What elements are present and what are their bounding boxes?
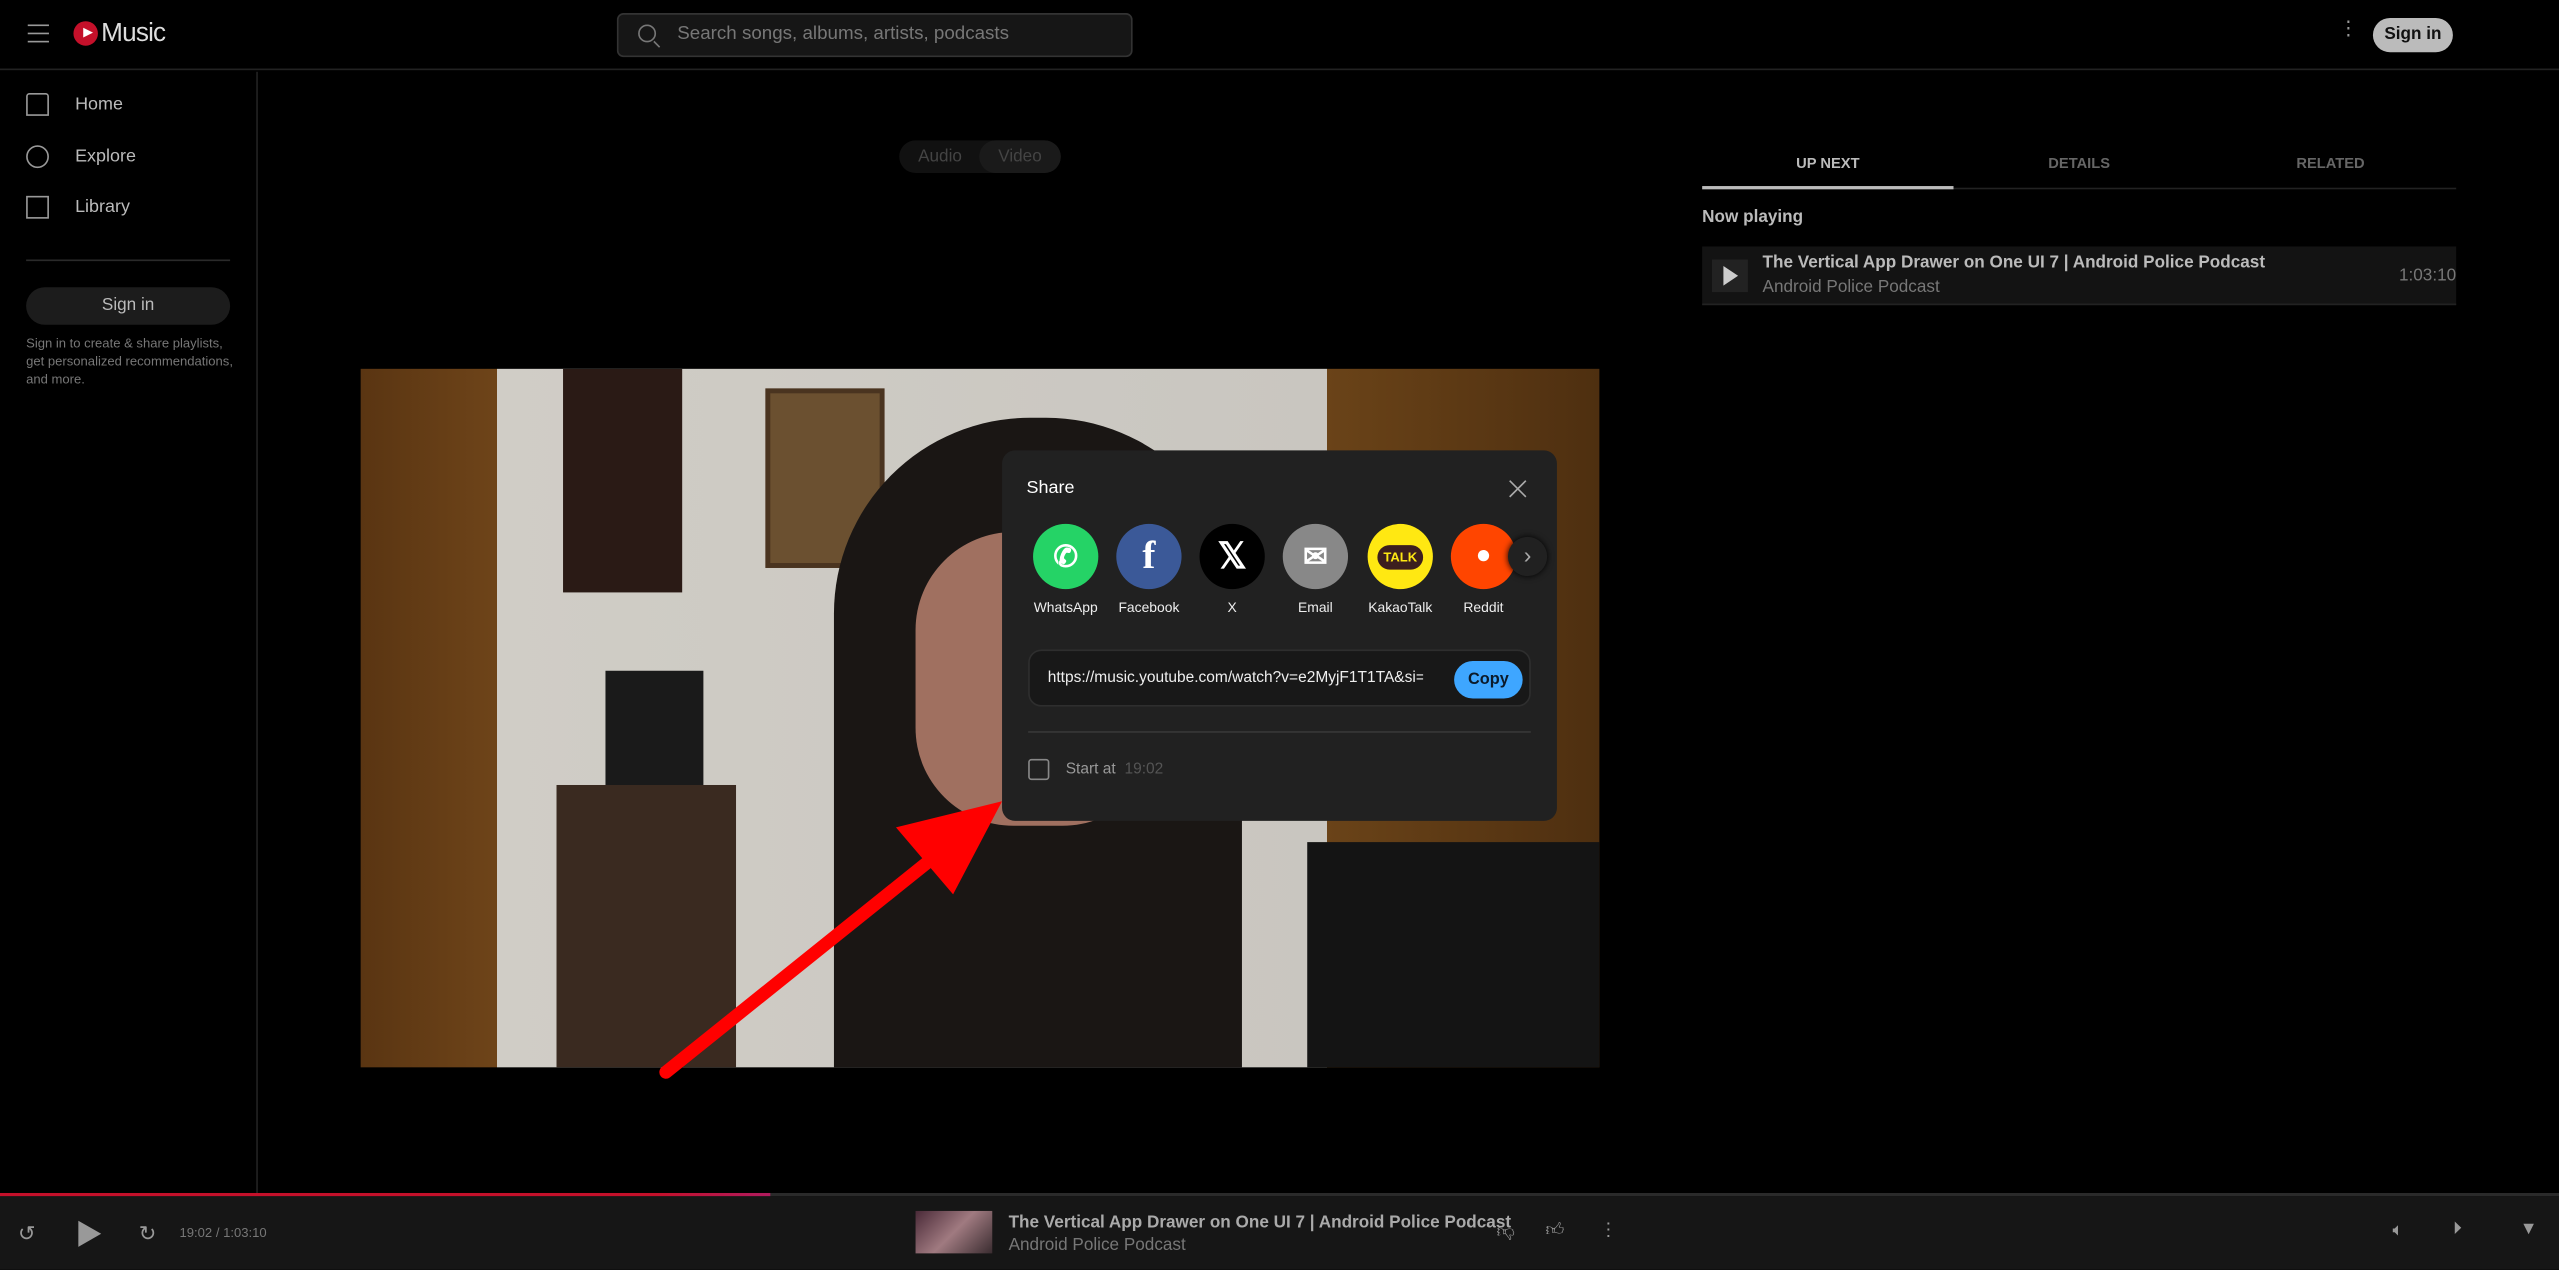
track-thumbnail[interactable] [915, 1210, 993, 1254]
thumbs-up-icon[interactable]: 👍︎ [1546, 1219, 1565, 1241]
arrow-shaft [659, 833, 962, 1079]
more-options-icon[interactable]: ⋮ [1599, 1219, 1617, 1241]
rewind-10-icon[interactable]: ↺ [18, 1221, 36, 1247]
forward-30-icon[interactable]: ↻ [139, 1221, 157, 1247]
player-bar: ↺ ↻ 19:02 / 1:03:10 The Vertical App Dra… [0, 1196, 2559, 1270]
player-track-title[interactable]: The Vertical App Drawer on One UI 7 | An… [1009, 1213, 1512, 1233]
autoplay-icon[interactable]: ⏵ [2453, 1219, 2462, 1240]
expand-chevron-icon[interactable]: ▼ [2520, 1219, 2538, 1239]
play-button[interactable] [78, 1220, 102, 1247]
thumbs-down-icon[interactable]: 👎︎ [1497, 1221, 1515, 1242]
time-display: 19:02 / 1:03:10 [179, 1225, 267, 1241]
volume-icon[interactable]: 🔈︎ [2393, 1221, 2404, 1242]
player-track-artist[interactable]: Android Police Podcast [1009, 1235, 1186, 1255]
annotation-arrow [659, 801, 1003, 1079]
